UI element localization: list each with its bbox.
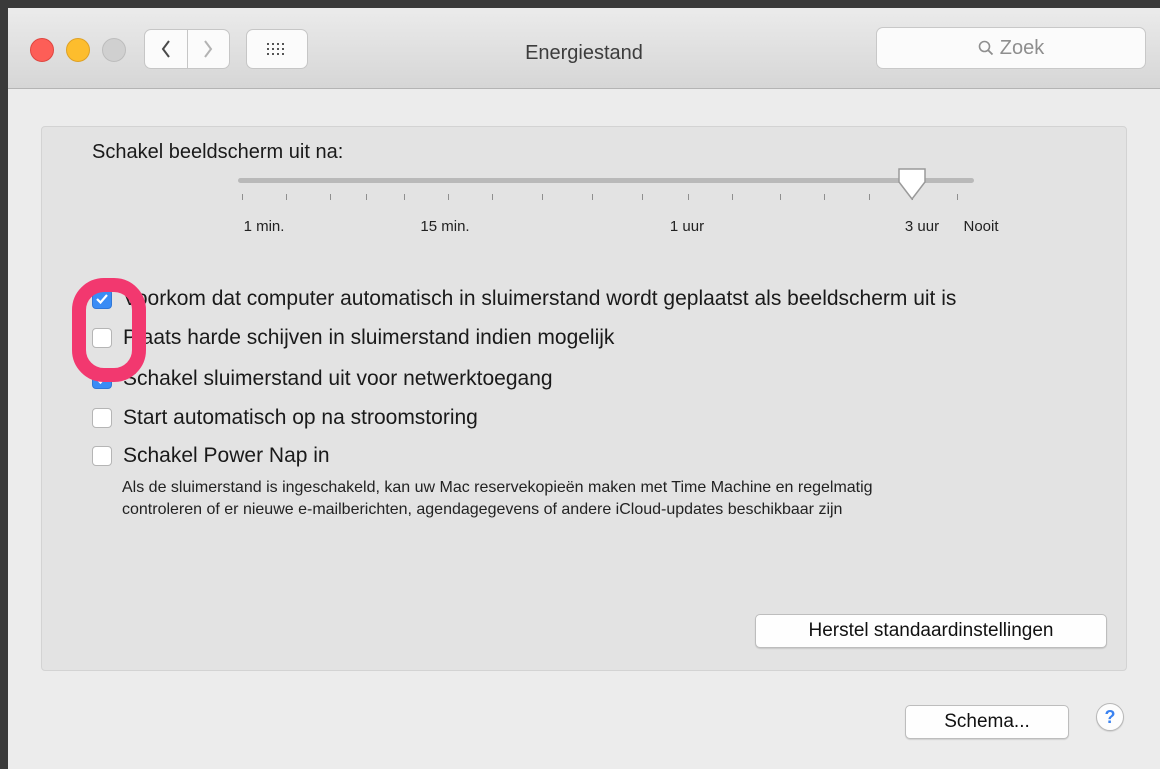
preferences-window: Energiestand Zoek Schakel beeldscherm ui… [8,8,1160,769]
grid-icon [267,43,284,55]
power-nap-checkbox[interactable] [92,446,112,466]
restart-power-failure-label: Start automatisch op na stroomstoring [123,406,478,429]
navigation-buttons [144,29,230,69]
slider-tick [286,194,287,200]
search-field[interactable]: Zoek [876,27,1146,69]
help-button[interactable]: ? [1096,703,1124,731]
settings-panel [41,126,1127,671]
restore-defaults-button[interactable]: Herstel standaardinstellingen [755,614,1107,648]
slider-tick [242,194,243,200]
minimize-window-button[interactable] [66,38,90,62]
disk-sleep-label: Plaats harde schijven in sluimerstand in… [123,326,615,349]
chevron-right-icon [204,40,213,58]
option-disk-sleep[interactable]: Plaats harde schijven in sluimerstand in… [92,326,614,350]
option-prevent-sleep[interactable]: Voorkom dat computer automatisch in slui… [92,287,956,311]
slider-tick [688,194,689,200]
option-network-wake[interactable]: Schakel sluimerstand uit voor netwerktoe… [92,367,553,391]
tick-label-3-uur: 3 uur [904,218,940,235]
slider-tick [642,194,643,200]
power-nap-label: Schakel Power Nap in [123,444,330,467]
option-power-nap[interactable]: Schakel Power Nap in [92,444,330,468]
display-sleep-label: Schakel beeldscherm uit na: [92,141,344,163]
slider-tick [542,194,543,200]
tick-label-15-min: 15 min. [420,218,470,235]
back-button[interactable] [145,30,187,68]
slider-tick [824,194,825,200]
slider-thumb[interactable] [896,166,928,202]
show-all-button[interactable] [246,29,308,69]
schedule-button[interactable]: Schema... [905,705,1069,739]
slider-tick [330,194,331,200]
highlight-annotation [72,278,146,382]
close-window-button[interactable] [30,38,54,62]
power-nap-description-line1: Als de sluimerstand is ingeschakeld, kan… [122,479,873,496]
slider-tick [732,194,733,200]
search-placeholder: Zoek [999,36,1045,59]
tick-label-1-min: 1 min. [243,218,285,235]
tick-label-1-uur: 1 uur [669,218,705,235]
zoom-window-button[interactable] [102,38,126,62]
slider-tick [780,194,781,200]
prevent-sleep-label: Voorkom dat computer automatisch in slui… [123,287,957,310]
display-sleep-slider[interactable] [238,178,974,183]
slider-tick [448,194,449,200]
forward-button[interactable] [186,30,230,68]
slider-tick [404,194,405,200]
slider-tick [869,194,870,200]
title-bar: Energiestand Zoek [8,8,1160,89]
network-wake-label: Schakel sluimerstand uit voor netwerktoe… [123,367,553,390]
slider-tick [957,194,958,200]
tick-label-nooit: Nooit [963,218,999,235]
chevron-left-icon [161,40,170,58]
slider-tick [592,194,593,200]
restart-power-failure-checkbox[interactable] [92,408,112,428]
power-nap-description-line2: controleren of er nieuwe e-mailberichten… [122,501,843,518]
option-restart-power-failure[interactable]: Start automatisch op na stroomstoring [92,406,478,430]
search-icon [978,40,993,56]
slider-tick [492,194,493,200]
slider-tick [366,194,367,200]
